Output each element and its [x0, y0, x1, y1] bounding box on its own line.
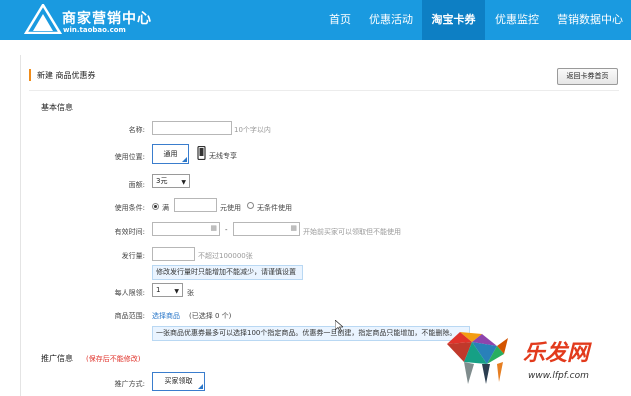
condition-none-label: 无条件使用: [257, 204, 292, 212]
validity-label: 有效时间:: [114, 228, 145, 236]
select-products-link[interactable]: 选择商品: [152, 311, 180, 321]
top-navigation-bar: 商家营销中心 win.taobao.com 首页 优惠活动 淘宝卡券 优惠监控 …: [0, 0, 631, 40]
chevron-down-icon: ▼: [181, 179, 186, 186]
buyer-claim-label: 买家领取: [164, 377, 193, 385]
header-accent: [29, 69, 31, 81]
back-to-coupons-button[interactable]: 返回卡券首页: [557, 68, 618, 85]
page-title: 新建 商品优惠券: [37, 71, 96, 80]
watermark-url: www.lfpf.com: [528, 371, 589, 381]
mobile-phone-icon: [197, 146, 206, 160]
name-hint: 10个字以内: [234, 126, 271, 134]
mobile-exclusive-label[interactable]: 无线专享: [209, 151, 237, 161]
validity-separator: -: [225, 226, 228, 234]
issue-hint: 不超过100000张: [198, 252, 253, 260]
name-label: 名称:: [128, 126, 145, 134]
calendar-icon: ▦: [290, 224, 297, 232]
position-general-label: 通用: [163, 150, 178, 158]
promo-note: (保存后不能修改): [86, 355, 141, 363]
limit-select[interactable]: 1 ▼: [152, 283, 183, 297]
condition-label: 使用条件:: [114, 204, 145, 212]
mouse-cursor-icon: [335, 320, 343, 332]
start-date-input[interactable]: ▦: [152, 222, 220, 236]
selected-corner-icon: [182, 157, 187, 162]
brand-url: win.taobao.com: [63, 26, 126, 34]
nav-home[interactable]: 首页: [321, 0, 359, 40]
brand-title: 商家营销中心: [62, 11, 152, 27]
issue-input[interactable]: [152, 247, 195, 261]
buyer-claim-button[interactable]: 买家领取: [152, 372, 205, 391]
condition-unit-label: 元使用: [220, 204, 241, 212]
condition-full-label: 满: [162, 204, 169, 212]
page-header: 新建 商品优惠券 返回卡券首页: [29, 61, 619, 91]
chevron-down-icon: ▼: [174, 288, 179, 295]
nav-data-center[interactable]: 营销数据中心: [552, 0, 628, 40]
nav-promotions[interactable]: 优惠活动: [363, 0, 419, 40]
denomination-select[interactable]: 3元 ▼: [152, 174, 190, 188]
basic-info-heading: 基本信息: [41, 103, 73, 112]
limit-label: 每人限领:: [114, 289, 145, 297]
condition-none-radio[interactable]: [247, 202, 254, 209]
limit-value: 1: [156, 286, 161, 294]
promo-method-label: 推广方式:: [114, 380, 145, 388]
nav-taobao-coupons[interactable]: 淘宝卡券: [422, 0, 485, 40]
promo-info-heading: 推广信息: [41, 354, 73, 363]
calendar-icon: ▦: [210, 224, 217, 232]
denomination-value: 3元: [156, 177, 168, 185]
name-input[interactable]: [152, 121, 232, 135]
watermark-bull-logo: [447, 332, 508, 384]
condition-full-radio[interactable]: [152, 203, 159, 210]
scope-label: 商品范围:: [114, 312, 145, 320]
nav-monitor[interactable]: 优惠监控: [489, 0, 545, 40]
position-label: 使用位置:: [114, 153, 145, 161]
position-general-button[interactable]: 通用: [152, 144, 189, 164]
brand-logo-icon: [24, 4, 62, 34]
scope-count: (已选择 0 个): [189, 312, 232, 320]
issue-label: 发行量:: [121, 252, 145, 260]
issue-notice: 修改发行量时只能增加不能减少，请谨慎设置: [152, 265, 303, 280]
watermark-text: 乐发网: [523, 340, 590, 366]
limit-unit: 张: [187, 289, 194, 297]
denomination-label: 面额:: [128, 181, 145, 189]
validity-hint: 开始前买家可以领取但不能使用: [303, 228, 401, 236]
condition-amount-input[interactable]: [174, 198, 217, 212]
selected-corner-icon: [198, 384, 203, 389]
scope-notice: 一张商品优惠券最多可以选择100个指定商品。优惠券一旦创建，指定商品只能增加，不…: [152, 326, 470, 341]
end-date-input[interactable]: ▦: [233, 222, 300, 236]
